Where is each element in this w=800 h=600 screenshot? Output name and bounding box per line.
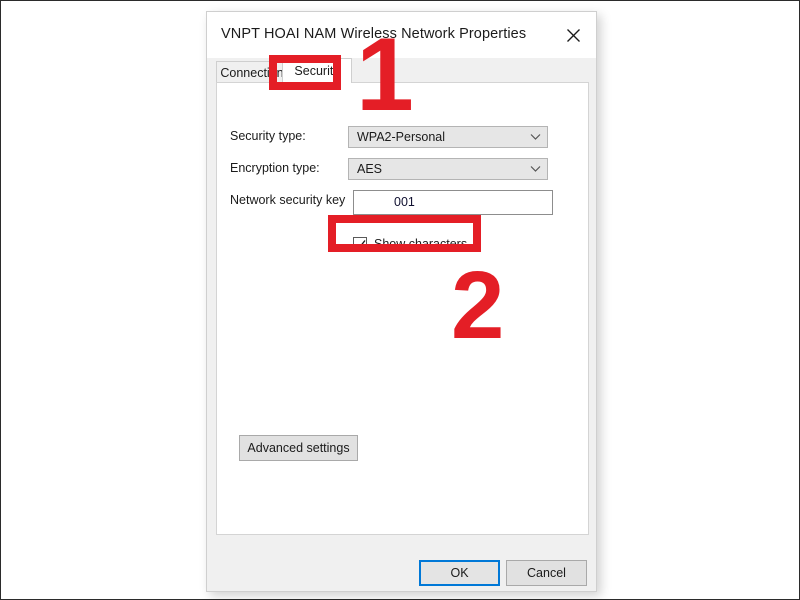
dialog-title: VNPT HOAI NAM Wireless Network Propertie… [221,26,527,42]
encryption-type-dropdown[interactable]: AES [348,158,548,180]
network-key-value: 001 [394,195,415,209]
security-type-value: WPA2-Personal [357,130,445,144]
advanced-settings-label: Advanced settings [247,441,350,455]
screenshot-canvas: VNPT HOAI NAM Wireless Network Propertie… [0,0,800,600]
ok-button[interactable]: OK [419,560,500,586]
network-key-label: Network security key [230,193,346,207]
dialog-titlebar: VNPT HOAI NAM Wireless Network Propertie… [207,12,596,58]
encryption-type-label: Encryption type: [230,161,320,175]
security-type-label: Security type: [230,129,306,143]
close-icon[interactable] [550,12,596,58]
tab-connection-label: Connection [220,65,284,80]
network-key-row: Network security key 001 [217,190,588,215]
wireless-network-properties-dialog: VNPT HOAI NAM Wireless Network Propertie… [206,11,597,592]
show-characters-label: Show characters [374,237,468,251]
tab-security[interactable]: Security [282,58,352,83]
security-type-dropdown[interactable]: WPA2-Personal [348,126,548,148]
network-key-input[interactable]: 001 [353,190,553,215]
security-tab-panel: Security type: WPA2-Personal Encryption … [216,82,589,535]
advanced-settings-button[interactable]: Advanced settings [239,435,358,461]
checkmark-icon [353,237,367,251]
encryption-type-value: AES [357,162,383,176]
security-type-row: Security type: WPA2-Personal [217,126,588,150]
ok-label: OK [450,566,469,580]
encryption-type-row: Encryption type: AES [217,158,588,182]
tab-strip: Connection Security [216,58,589,83]
tab-connection[interactable]: Connection [216,61,288,83]
tab-security-label: Security [294,64,340,78]
chevron-down-icon [530,159,541,179]
cancel-label: Cancel [527,566,566,580]
chevron-down-icon [530,127,541,147]
cancel-button[interactable]: Cancel [506,560,587,586]
show-characters-checkbox[interactable]: Show characters [353,234,467,254]
